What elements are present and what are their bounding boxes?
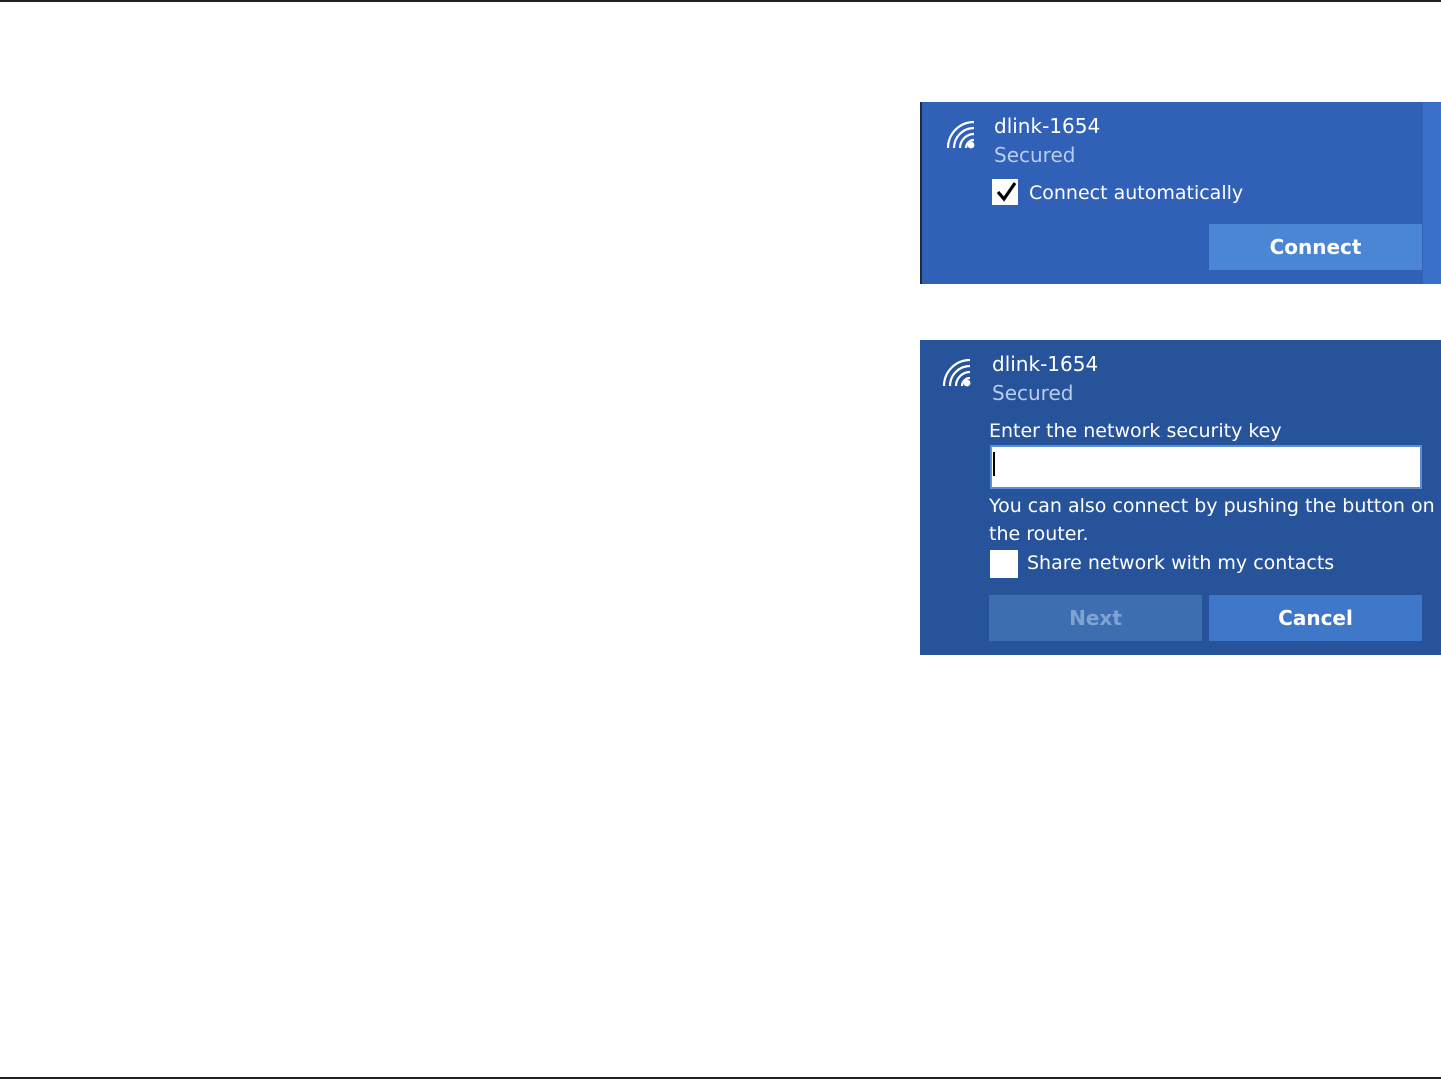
connect-button[interactable]: Connect — [1209, 224, 1422, 270]
network-ssid: dlink-1654 — [994, 114, 1101, 138]
security-key-input[interactable] — [990, 445, 1422, 489]
network-status: Secured — [992, 381, 1074, 405]
scrollbar[interactable] — [1423, 102, 1441, 284]
network-ssid: dlink-1654 — [992, 352, 1099, 376]
share-network-checkbox[interactable] — [990, 550, 1018, 578]
wifi-network-connect-panel: dlink-1654 Secured Connect automatically… — [920, 102, 1441, 284]
security-key-prompt: Enter the network security key — [989, 420, 1282, 442]
checkmark-icon — [996, 182, 1017, 202]
connect-automatically-checkbox[interactable] — [992, 179, 1018, 205]
connect-automatically-label: Connect automatically — [1029, 182, 1244, 204]
network-status: Secured — [994, 143, 1076, 167]
next-button[interactable]: Next — [989, 595, 1202, 641]
wifi-secured-icon — [946, 120, 975, 149]
wps-hint-line2: the router. — [989, 523, 1089, 545]
bottom-rule — [0, 1077, 1441, 1079]
wps-hint-line1: You can also connect by pushing the butt… — [989, 495, 1435, 517]
share-network-label: Share network with my contacts — [1027, 552, 1335, 574]
wifi-secured-icon — [942, 358, 971, 387]
wifi-security-key-panel: dlink-1654 Secured Enter the network sec… — [920, 340, 1441, 655]
top-rule — [0, 0, 1441, 2]
text-caret — [993, 452, 995, 476]
cancel-button[interactable]: Cancel — [1209, 595, 1422, 641]
